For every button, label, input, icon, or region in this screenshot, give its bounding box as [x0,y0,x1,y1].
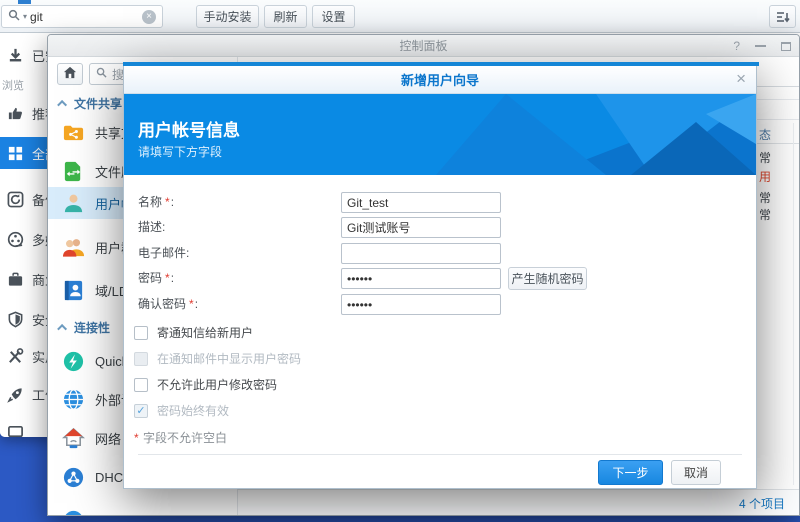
minimize-icon[interactable] [755,45,766,47]
field-label-email: 电子邮件: [138,243,189,264]
checkbox-password-never-expires: ✓ 密码始终有效 [134,403,229,418]
shield-icon [6,310,25,329]
items-count: 4 个项目 [739,495,785,512]
thumbs-up-icon [6,104,25,123]
help-icon[interactable]: ? [733,39,740,53]
home-button[interactable] [57,63,83,85]
table-header-status[interactable]: 态 [759,126,771,143]
sidebar-section-browse: 浏览 [2,77,24,93]
refresh-button[interactable]: 刷新 [264,5,307,28]
table-row[interactable]: 常 [759,189,771,206]
tools-icon [6,347,25,366]
user-icon [61,191,85,215]
sort-descending-icon[interactable] [769,5,796,28]
clear-search-icon[interactable]: × [142,10,156,24]
description-input[interactable] [341,217,501,238]
dialog-titlebar[interactable]: 新增用户向导 [124,66,756,94]
globe-icon [61,387,85,411]
circle-icon [61,508,85,516]
confirm-password-input[interactable] [341,294,501,315]
monitor-icon [6,423,25,438]
window-title: 控制面板 [399,37,447,54]
banner-subtitle: 请填写下方字段 [138,143,222,160]
home-icon [63,66,77,82]
user-group-icon [61,235,85,259]
scrollbar-track[interactable] [793,123,794,485]
dhcp-icon [61,465,85,489]
package-search-input[interactable] [30,10,139,24]
password-input[interactable] [341,268,501,289]
status-bar: 4 个项目 [238,489,799,516]
manual-install-button[interactable]: 手动安装 [196,5,259,28]
section-file-sharing[interactable]: 文件共享 [60,95,122,112]
table-row[interactable]: 常 [759,149,771,166]
dialog-footer-divider [138,454,742,455]
media-icon [6,230,25,249]
table-row[interactable]: 常 [759,206,771,223]
search-caret-icon[interactable]: ▾ [23,12,27,21]
window-fragment [18,0,31,4]
next-button[interactable]: 下一步 [598,460,663,485]
banner-polygon-decoration [396,94,756,175]
name-input[interactable] [341,192,501,213]
checkbox-icon[interactable] [134,378,148,392]
checkbox-disallow-password-change[interactable]: 不允许此用户修改密码 [134,377,277,392]
search-icon [8,9,20,24]
close-icon[interactable]: × [736,69,746,89]
checkbox-notify-new-user[interactable]: 寄通知信给新用户 [134,325,253,340]
required-field-note: * 字段不允许空白 [134,429,227,446]
banner-title: 用户帐号信息 [138,116,240,141]
control-panel-titlebar[interactable]: 控制面板 ? [48,35,799,57]
section-connectivity[interactable]: 连接性 [60,319,110,336]
field-label-password: 密码*: [138,268,174,289]
checkbox-icon [134,352,148,366]
checkbox-checked-icon: ✓ [134,404,148,418]
shared-folder-icon [61,120,85,144]
search-icon [96,67,107,81]
backup-icon [6,190,25,209]
checkbox-icon[interactable] [134,326,148,340]
package-center-toolbar: ▾ × 手动安装 刷新 设置 [0,0,800,33]
file-service-icon [61,159,85,183]
field-label-confirm-password: 确认密码*: [138,294,198,315]
chevron-up-icon [57,324,67,334]
briefcase-icon [6,270,25,289]
dialog-banner: 用户帐号信息 请填写下方字段 [124,94,756,175]
dialog-title: 新增用户向导 [401,70,479,89]
field-label-name: 名称*: [138,192,174,213]
cancel-button[interactable]: 取消 [671,460,721,485]
checkbox-show-password-in-mail: 在通知邮件中显示用户密码 [134,351,301,366]
field-label-description: 描述: [138,217,165,238]
sidebar-item-partial[interactable] [48,503,238,516]
quickconnect-icon [61,349,85,373]
table-row[interactable]: 用 [759,168,771,185]
desktop: ▾ × 手动安装 刷新 设置 已安装 浏览 [0,0,800,522]
domain-ldap-icon [61,278,85,302]
rocket-icon [6,385,25,404]
chevron-up-icon [57,100,67,110]
settings-button[interactable]: 设置 [312,5,355,28]
grid-icon [6,144,25,163]
maximize-icon[interactable] [781,42,791,51]
generate-random-password-button[interactable]: 产生随机密码 [508,267,587,290]
package-search-box[interactable]: ▾ × [1,5,163,28]
download-icon [6,46,25,65]
email-input[interactable] [341,243,501,264]
network-home-icon [61,426,85,450]
add-user-wizard-dialog: 新增用户向导 × 用户帐号信息 请填写下方字段 名称*: 描述: 电子邮件: [123,62,757,489]
window-controls: ? [733,35,791,57]
